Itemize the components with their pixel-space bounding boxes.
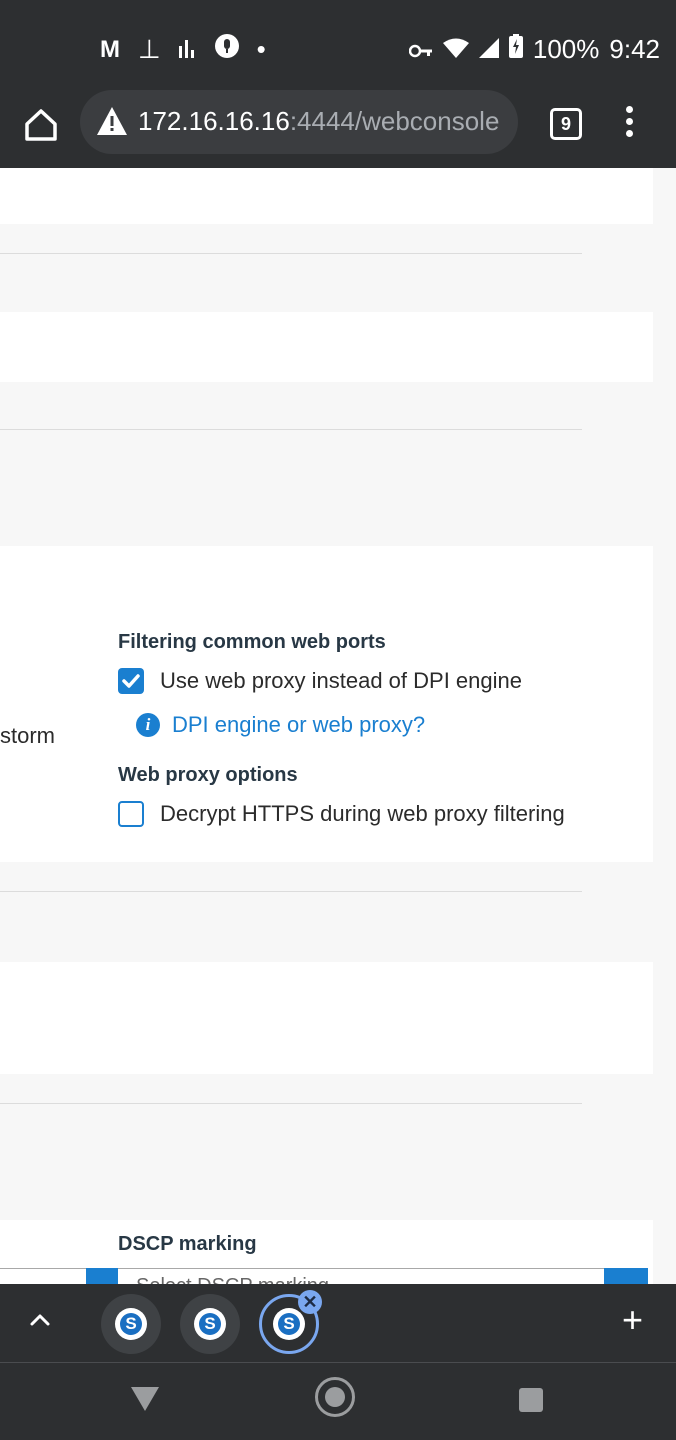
checkmark-icon bbox=[122, 674, 140, 688]
dscp-marking-heading: DSCP marking bbox=[118, 1233, 257, 1255]
system-status: 100% 9:42 bbox=[408, 34, 660, 65]
sophos-favicon-icon: S bbox=[273, 1308, 305, 1340]
home-circle-icon[interactable] bbox=[315, 1377, 355, 1417]
clock: 9:42 bbox=[609, 34, 660, 64]
dscp-select-button[interactable] bbox=[604, 1268, 648, 1284]
android-nav-bar bbox=[0, 1363, 676, 1440]
tab-sophos-2[interactable]: S bbox=[180, 1294, 240, 1354]
battery-percent: 100% bbox=[532, 34, 600, 64]
web-console-page: Filtering common web ports Use web proxy… bbox=[0, 168, 676, 1284]
section-divider bbox=[0, 1103, 582, 1104]
section-panel-2 bbox=[0, 312, 653, 382]
dpi-help-row[interactable]: i DPI engine or web proxy? bbox=[136, 712, 425, 738]
gmail-icon: M bbox=[100, 35, 120, 63]
browser-toolbar: 172.16.16.16:4444/webconsole 9 bbox=[0, 88, 676, 168]
dscp-marking-select[interactable]: Select DSCP marking bbox=[118, 1268, 604, 1284]
section-divider bbox=[0, 891, 582, 892]
back-icon[interactable] bbox=[131, 1387, 159, 1411]
close-tab-icon[interactable]: ✕ bbox=[298, 1290, 322, 1314]
mic-icon bbox=[214, 34, 239, 65]
recent-apps-icon[interactable] bbox=[519, 1388, 543, 1412]
section-divider bbox=[0, 429, 582, 430]
chevron-up-icon[interactable] bbox=[28, 1308, 52, 1332]
partial-left-label: storm bbox=[0, 723, 55, 748]
cell-signal-icon bbox=[478, 34, 499, 65]
wifi-icon bbox=[442, 34, 469, 65]
section-divider bbox=[0, 253, 582, 254]
home-icon[interactable] bbox=[22, 106, 60, 144]
url-path: :4444/webconsole bbox=[289, 106, 500, 136]
web-proxy-options-heading: Web proxy options bbox=[118, 764, 298, 786]
dscp-select-placeholder: Select DSCP marking bbox=[136, 1275, 329, 1284]
android-debug-icon: ⊥ bbox=[138, 34, 161, 64]
tab-sophos-1[interactable]: S bbox=[101, 1294, 161, 1354]
notification-icons: M ⊥ • bbox=[100, 34, 266, 65]
section-panel-1 bbox=[0, 168, 653, 224]
not-secure-warning-icon[interactable] bbox=[96, 106, 128, 136]
sophos-favicon-icon: S bbox=[194, 1308, 226, 1340]
address-bar[interactable]: 172.16.16.16:4444/webconsole bbox=[80, 90, 518, 154]
use-web-proxy-checkbox[interactable] bbox=[118, 668, 144, 694]
info-icon: i bbox=[136, 713, 160, 737]
section-panel-4 bbox=[0, 962, 653, 1074]
new-tab-plus-icon[interactable]: + bbox=[622, 1302, 643, 1338]
decrypt-https-option[interactable]: Decrypt HTTPS during web proxy filtering bbox=[118, 801, 565, 827]
web-filtering-panel: Filtering common web ports Use web proxy… bbox=[0, 546, 653, 862]
url-text[interactable]: 172.16.16.16:4444/webconsole bbox=[138, 106, 499, 137]
vpn-key-icon bbox=[408, 34, 433, 65]
sophos-favicon-icon: S bbox=[115, 1308, 147, 1340]
decrypt-https-label: Decrypt HTTPS during web proxy filtering bbox=[160, 801, 565, 826]
battery-icon bbox=[508, 34, 523, 65]
dot-icon: • bbox=[256, 34, 266, 64]
dscp-left-button[interactable] bbox=[86, 1268, 118, 1284]
url-host: 172.16.16.16 bbox=[138, 106, 290, 136]
decrypt-https-checkbox[interactable] bbox=[118, 801, 144, 827]
filtering-ports-heading: Filtering common web ports bbox=[118, 631, 386, 653]
use-web-proxy-label: Use web proxy instead of DPI engine bbox=[160, 668, 522, 693]
tab-count-button[interactable]: 9 bbox=[550, 108, 582, 140]
dpi-or-proxy-help-link[interactable]: DPI engine or web proxy? bbox=[172, 712, 425, 738]
tab-strip: S S S ✕ + bbox=[0, 1284, 676, 1363]
dscp-left-field[interactable] bbox=[0, 1268, 86, 1284]
signal-bars-icon bbox=[178, 34, 197, 65]
status-bar: M ⊥ • 100% 9:42 bbox=[0, 0, 676, 88]
use-web-proxy-option[interactable]: Use web proxy instead of DPI engine bbox=[118, 668, 522, 694]
overflow-menu-icon[interactable] bbox=[626, 106, 634, 142]
dscp-panel: DSCP marking Select DSCP marking bbox=[0, 1220, 653, 1284]
